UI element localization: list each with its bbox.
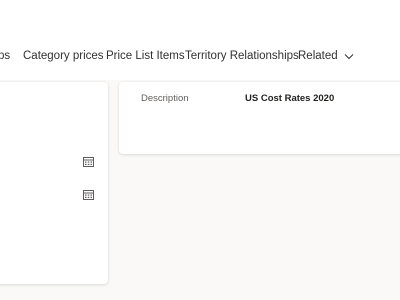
tab-bar: ps Category prices Price List Items Terr…: [0, 0, 400, 80]
tab-price-list-items[interactable]: Price List Items: [106, 50, 185, 62]
calendar-icon[interactable]: [83, 190, 94, 200]
calendar-icon[interactable]: [83, 157, 94, 167]
general-card: [0, 82, 108, 284]
tab-category-prices[interactable]: Category prices: [23, 50, 104, 62]
tab-truncated[interactable]: ps: [0, 50, 10, 62]
description-card: Description US Cost Rates 2020: [119, 82, 400, 154]
description-label: Description: [141, 93, 189, 104]
chevron-down-icon: [344, 53, 353, 59]
tab-territory-relationships[interactable]: Territory Relationships: [185, 50, 299, 62]
tab-related-label: Related: [298, 50, 338, 62]
tab-related[interactable]: Related: [298, 50, 354, 62]
description-value[interactable]: US Cost Rates 2020: [245, 93, 334, 104]
